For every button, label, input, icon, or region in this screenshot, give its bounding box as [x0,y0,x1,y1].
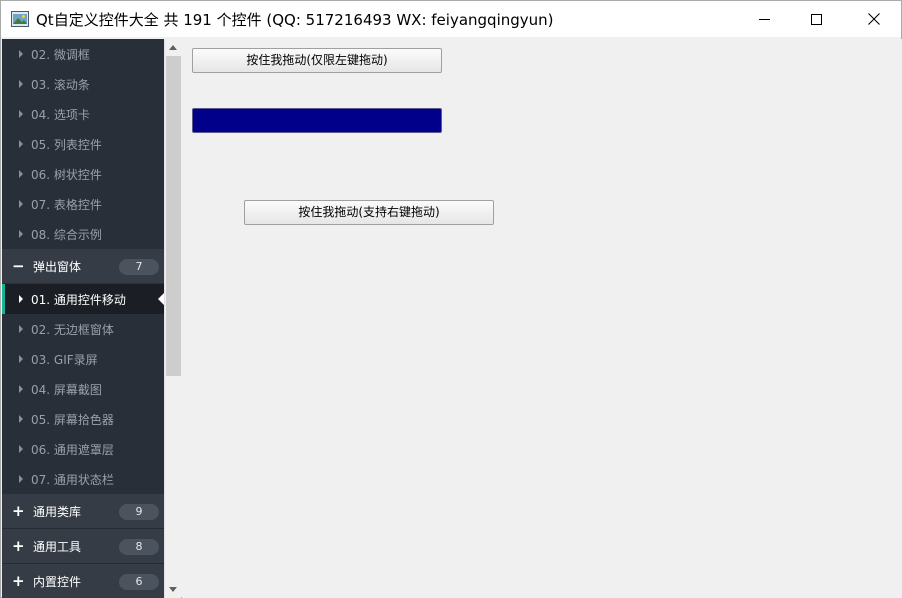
scroll-down-button[interactable] [165,581,181,598]
draggable-progress-bar[interactable] [192,108,442,133]
sidebar-item[interactable]: 06. 树状控件 [2,159,164,189]
minimize-button[interactable] [741,1,787,37]
sidebar-group-popup-windows[interactable]: − 弹出窗体 7 [2,249,164,283]
sidebar-group-label: 弹出窗体 [33,260,82,274]
expand-icon: + [12,537,25,555]
expand-icon: + [12,502,25,520]
count-badge: 6 [119,574,159,590]
sidebar-item[interactable]: 07. 表格控件 [2,189,164,219]
caret-right-icon [19,475,23,483]
sidebar-group-builtin-controls[interactable]: + 内置控件 6 [2,564,164,598]
expand-icon: + [12,572,25,590]
caret-right-icon [19,200,23,208]
sidebar-item-label: 05. 屏幕拾色器 [31,413,114,427]
caret-right-icon [19,110,23,118]
arrow-down-icon [169,587,177,592]
count-badge: 8 [119,539,159,555]
sidebar-item[interactable]: 05. 列表控件 [2,129,164,159]
caret-right-icon [19,385,23,393]
sidebar-item-label: 06. 树状控件 [31,168,102,182]
sidebar-item-label: 05. 列表控件 [31,138,102,152]
scroll-thumb[interactable] [166,56,181,376]
title-bar[interactable]: Qt自定义控件大全 共 191 个控件 (QQ: 517216493 WX: f… [1,1,901,37]
caret-right-icon [19,50,23,58]
main-content-area: 按住我拖动(仅限左键拖动) 按住我拖动(支持右键拖动) [182,39,902,598]
count-badge: 9 [119,504,159,520]
sidebar-group-label: 通用类库 [33,505,82,519]
active-indicator [2,284,5,314]
caret-right-icon [19,170,23,178]
navigation-sidebar: 02. 微调框 03. 滚动条 04. 选项卡 05. 列表控件 06. 树状控… [2,39,164,598]
sidebar-item[interactable]: 08. 综合示例 [2,219,164,249]
caret-right-icon [19,140,23,148]
left-drag-button[interactable]: 按住我拖动(仅限左键拖动) [192,48,442,73]
window-title: Qt自定义控件大全 共 191 个控件 (QQ: 517216493 WX: f… [36,11,554,29]
sidebar-item-label: 08. 综合示例 [31,228,102,242]
caret-right-icon [19,230,23,238]
sidebar-item-label: 07. 通用状态栏 [31,473,114,487]
caret-right-icon [19,445,23,453]
sidebar-item-label: 02. 微调框 [31,48,90,62]
sidebar-item-label: 01. 通用控件移动 [31,293,126,307]
sidebar-item[interactable]: 02. 无边框窗体 [2,314,164,344]
sidebar-item-label: 04. 屏幕截图 [31,383,102,397]
sidebar-item[interactable]: 06. 通用遮罩层 [2,434,164,464]
sidebar-group-common-libraries[interactable]: + 通用类库 9 [2,494,164,528]
caret-right-icon [19,355,23,363]
sidebar-item[interactable]: 02. 微调框 [2,39,164,69]
collapse-icon: − [12,257,25,275]
maximize-icon [810,13,822,25]
sidebar-item[interactable]: 03. GIF录屏 [2,344,164,374]
caret-right-icon [19,415,23,423]
sidebar-item[interactable]: 04. 屏幕截图 [2,374,164,404]
sidebar-item-label: 03. 滚动条 [31,78,90,92]
sidebar-item-label: 07. 表格控件 [31,198,102,212]
scroll-up-button[interactable] [165,39,181,56]
app-icon [11,11,29,27]
app-window: Qt自定义控件大全 共 191 个控件 (QQ: 517216493 WX: f… [0,0,902,598]
sidebar-group-label: 通用工具 [33,540,82,554]
arrow-up-icon [169,45,177,50]
caret-right-icon [19,80,23,88]
sidebar-group-label: 内置控件 [33,575,82,589]
close-button[interactable] [851,1,897,37]
close-icon [868,13,880,25]
sidebar-item[interactable]: 03. 滚动条 [2,69,164,99]
sidebar-item-active[interactable]: 01. 通用控件移动 [2,284,164,314]
sidebar-item-label: 06. 通用遮罩层 [31,443,114,457]
sidebar-item[interactable]: 04. 选项卡 [2,99,164,129]
sidebar-item-label: 03. GIF录屏 [31,353,98,367]
caret-right-icon [19,325,23,333]
count-badge: 7 [119,259,159,275]
caret-right-icon [19,295,23,303]
maximize-button[interactable] [793,1,839,37]
sidebar-item[interactable]: 07. 通用状态栏 [2,464,164,494]
sidebar-item-label: 04. 选项卡 [31,108,90,122]
minimize-icon [758,18,770,20]
sidebar-item[interactable]: 05. 屏幕拾色器 [2,404,164,434]
sidebar-item-label: 02. 无边框窗体 [31,323,114,337]
sidebar-scrollbar[interactable] [164,39,181,598]
right-drag-button[interactable]: 按住我拖动(支持右键拖动) [244,200,494,225]
sidebar-group-common-tools[interactable]: + 通用工具 8 [2,529,164,563]
